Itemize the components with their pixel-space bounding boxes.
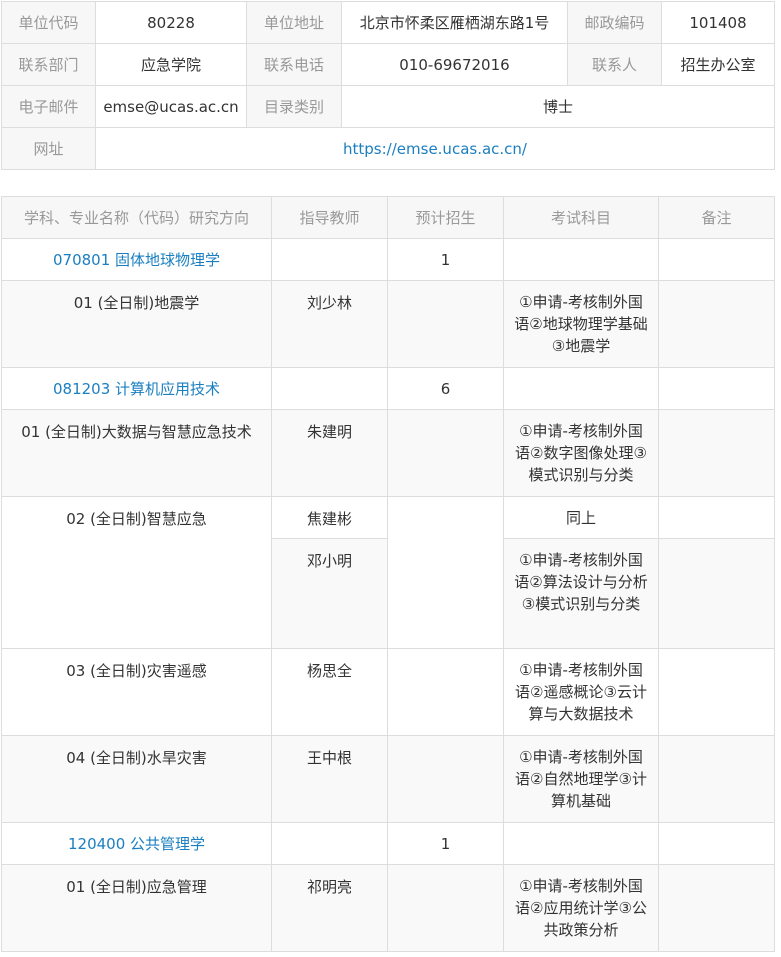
major-link[interactable]: 081203 计算机应用技术: [53, 380, 220, 398]
phone-label: 联系电话: [246, 43, 342, 86]
direction-name: 01 (全日制)地震学: [1, 280, 272, 368]
phone-value: 010-69672016: [341, 43, 568, 86]
direction-advisor: 杨思全: [271, 648, 388, 736]
major-advisor-cell: [271, 238, 388, 281]
direction-exam: ①申请-考核制外国语②数字图像处理③模式识别与分类: [503, 409, 659, 497]
category-label: 目录类别: [246, 85, 342, 128]
major-row: 081203 计算机应用技术 6: [1, 367, 775, 410]
website-label: 网址: [1, 127, 96, 170]
email-label: 电子邮件: [1, 85, 96, 128]
header-quota: 预计招生: [387, 196, 504, 239]
direction-remark: [658, 648, 775, 736]
major-row: 120400 公共管理学 1: [1, 822, 775, 865]
info-row: 联系部门 应急学院 联系电话 010-69672016 联系人 招生办公室: [1, 43, 775, 86]
header-remark: 备注: [658, 196, 775, 239]
dept-value: 应急学院: [95, 43, 247, 86]
major-advisor-cell: [271, 367, 388, 410]
contact-label: 联系人: [567, 43, 662, 86]
major-link[interactable]: 070801 固体地球物理学: [53, 251, 220, 269]
header-advisor: 指导教师: [271, 196, 388, 239]
direction-quota: [387, 735, 504, 823]
major-remark-cell: [658, 238, 775, 281]
direction-remark: [658, 409, 775, 497]
direction-row: 01 (全日制)应急管理 祁明亮 ①申请-考核制外国语②应用统计学③公共政策分析: [1, 864, 775, 952]
direction-exam: ①申请-考核制外国语②地球物理学基础③地震学: [503, 280, 659, 368]
major-row: 070801 固体地球物理学 1: [1, 238, 775, 281]
website-cell: https://emse.ucas.ac.cn/: [95, 127, 775, 170]
direction-row: 03 (全日制)灾害遥感 杨思全 ①申请-考核制外国语②遥感概论③云计算与大数据…: [1, 648, 775, 736]
major-name-cell: 081203 计算机应用技术: [1, 367, 272, 410]
direction-exam: 同上: [503, 496, 659, 539]
major-advisor-cell: [271, 822, 388, 865]
direction-remark: [658, 280, 775, 368]
header-exam: 考试科目: [503, 196, 659, 239]
majors-table: 学科、专业名称（代码）研究方向 指导教师 预计招生 考试科目 备注 070801…: [1, 196, 775, 952]
direction-name: 01 (全日制)应急管理: [1, 864, 272, 952]
info-row: 电子邮件 emse@ucas.ac.cn 目录类别 博士: [1, 85, 775, 128]
direction-remark: [658, 735, 775, 823]
direction-row: 01 (全日制)大数据与智慧应急技术 朱建明 ①申请-考核制外国语②数字图像处理…: [1, 409, 775, 497]
unit-info-table: 单位代码 80228 单位地址 北京市怀柔区雁栖湖东路1号 邮政编码 10140…: [1, 1, 775, 170]
direction-advisor: 王中根: [271, 735, 388, 823]
direction-advisor: 刘少林: [271, 280, 388, 368]
direction-advisor: 焦建彬: [271, 496, 388, 539]
direction-quota: [387, 648, 504, 736]
major-link[interactable]: 120400 公共管理学: [68, 835, 205, 853]
direction-quota: [387, 280, 504, 368]
postcode-label: 邮政编码: [567, 1, 662, 44]
contact-value: 招生办公室: [661, 43, 775, 86]
postcode-value: 101408: [661, 1, 775, 44]
email-value: emse@ucas.ac.cn: [95, 85, 247, 128]
direction-name: 04 (全日制)水旱灾害: [1, 735, 272, 823]
direction-row: 01 (全日制)地震学 刘少林 ①申请-考核制外国语②地球物理学基础③地震学: [1, 280, 775, 368]
direction-exam: ①申请-考核制外国语②算法设计与分析③模式识别与分类: [503, 538, 659, 649]
major-remark-cell: [658, 822, 775, 865]
major-exam-cell: [503, 238, 659, 281]
direction-remark: [658, 496, 775, 539]
major-name-cell: 120400 公共管理学: [1, 822, 272, 865]
major-quota: 6: [387, 367, 504, 410]
direction-remark: [658, 538, 775, 649]
direction-quota: [387, 496, 504, 649]
info-row: 单位代码 80228 单位地址 北京市怀柔区雁栖湖东路1号 邮政编码 10140…: [1, 1, 775, 44]
direction-advisor: 祁明亮: [271, 864, 388, 952]
table-header-row: 学科、专业名称（代码）研究方向 指导教师 预计招生 考试科目 备注: [1, 196, 775, 239]
direction-exam: ①申请-考核制外国语②应用统计学③公共政策分析: [503, 864, 659, 952]
major-name-cell: 070801 固体地球物理学: [1, 238, 272, 281]
major-exam-cell: [503, 367, 659, 410]
direction-row: 04 (全日制)水旱灾害 王中根 ①申请-考核制外国语②自然地理学③计算机基础: [1, 735, 775, 823]
address-value: 北京市怀柔区雁栖湖东路1号: [341, 1, 568, 44]
unit-code-label: 单位代码: [1, 1, 96, 44]
direction-name: 01 (全日制)大数据与智慧应急技术: [1, 409, 272, 497]
dept-label: 联系部门: [1, 43, 96, 86]
direction-remark: [658, 864, 775, 952]
direction-quota: [387, 409, 504, 497]
major-exam-cell: [503, 822, 659, 865]
info-row: 网址 https://emse.ucas.ac.cn/: [1, 127, 775, 170]
website-link[interactable]: https://emse.ucas.ac.cn/: [343, 140, 527, 158]
major-remark-cell: [658, 367, 775, 410]
direction-row: 02 (全日制)智慧应急 焦建彬 同上: [1, 496, 775, 649]
direction-name: 03 (全日制)灾害遥感: [1, 648, 272, 736]
category-value: 博士: [341, 85, 775, 128]
direction-exam: ①申请-考核制外国语②自然地理学③计算机基础: [503, 735, 659, 823]
direction-advisor: 邓小明: [271, 538, 388, 649]
unit-code-value: 80228: [95, 1, 247, 44]
header-major: 学科、专业名称（代码）研究方向: [1, 196, 272, 239]
direction-name: 02 (全日制)智慧应急: [1, 496, 272, 649]
address-label: 单位地址: [246, 1, 342, 44]
direction-exam: ①申请-考核制外国语②遥感概论③云计算与大数据技术: [503, 648, 659, 736]
major-quota: 1: [387, 238, 504, 281]
direction-advisor: 朱建明: [271, 409, 388, 497]
major-quota: 1: [387, 822, 504, 865]
direction-quota: [387, 864, 504, 952]
